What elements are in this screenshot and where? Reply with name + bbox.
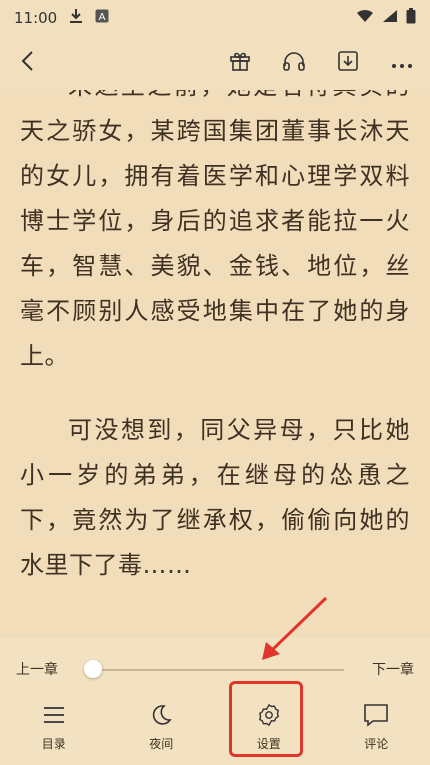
prev-chapter-button[interactable]: 上一章 bbox=[16, 659, 58, 679]
headphones-icon bbox=[282, 50, 306, 76]
list-icon bbox=[40, 701, 68, 729]
paragraph: 可没想到，同父异母，只比她小一岁的弟弟，在继母的怂恿之下，竟然为了继承权，偷偷向… bbox=[20, 416, 410, 579]
listen-button[interactable] bbox=[280, 49, 308, 77]
menu-item-label: 评论 bbox=[364, 736, 389, 751]
svg-text:A: A bbox=[99, 12, 106, 23]
battery-icon bbox=[406, 8, 416, 28]
chapter-progress-row: 上一章 下一章 bbox=[0, 652, 430, 686]
save-button[interactable] bbox=[334, 49, 362, 77]
chapter-progress-thumb[interactable] bbox=[84, 660, 102, 678]
status-right bbox=[356, 8, 416, 28]
wifi-icon bbox=[356, 9, 374, 27]
settings-highlight-box bbox=[229, 681, 303, 757]
menu-item-label: 夜间 bbox=[149, 736, 174, 751]
reader-bottom-panel: 上一章 下一章 目录 夜间 设置 评论 bbox=[0, 638, 430, 765]
bottom-menu: 目录 夜间 设置 评论 bbox=[0, 694, 430, 758]
download-icon bbox=[69, 8, 83, 28]
download-icon bbox=[337, 50, 359, 76]
menu-item-night[interactable]: 夜间 bbox=[121, 701, 201, 752]
next-chapter-button[interactable]: 下一章 bbox=[372, 659, 414, 679]
more-button[interactable] bbox=[388, 49, 416, 77]
menu-item-label: 目录 bbox=[41, 736, 66, 751]
app-icon: A bbox=[95, 9, 109, 27]
comment-icon bbox=[362, 701, 390, 729]
status-left: 11:00 A bbox=[14, 8, 109, 28]
paragraph: 未达至之前，她是名符其实的天之骄女，某跨国集团董事长沐天的女儿，拥有着医学和心理… bbox=[20, 90, 410, 370]
menu-item-catalog[interactable]: 目录 bbox=[14, 701, 94, 752]
toolbar-actions bbox=[226, 49, 416, 77]
back-button[interactable] bbox=[14, 49, 42, 77]
gift-icon bbox=[229, 50, 251, 76]
moon-icon bbox=[147, 701, 175, 729]
status-bar: 11:00 A bbox=[0, 0, 430, 36]
reader-toolbar bbox=[0, 36, 430, 90]
reader-content[interactable]: 未达至之前，她是名符其实的天之骄女，某跨国集团董事长沐天的女儿，拥有着医学和心理… bbox=[0, 90, 430, 638]
gift-button[interactable] bbox=[226, 49, 254, 77]
menu-item-comments[interactable]: 评论 bbox=[336, 701, 416, 752]
status-time: 11:00 bbox=[14, 9, 58, 27]
chapter-progress-track[interactable] bbox=[92, 669, 344, 671]
chevron-left-icon bbox=[20, 50, 36, 76]
more-icon bbox=[391, 54, 413, 73]
signal-icon bbox=[382, 9, 398, 27]
